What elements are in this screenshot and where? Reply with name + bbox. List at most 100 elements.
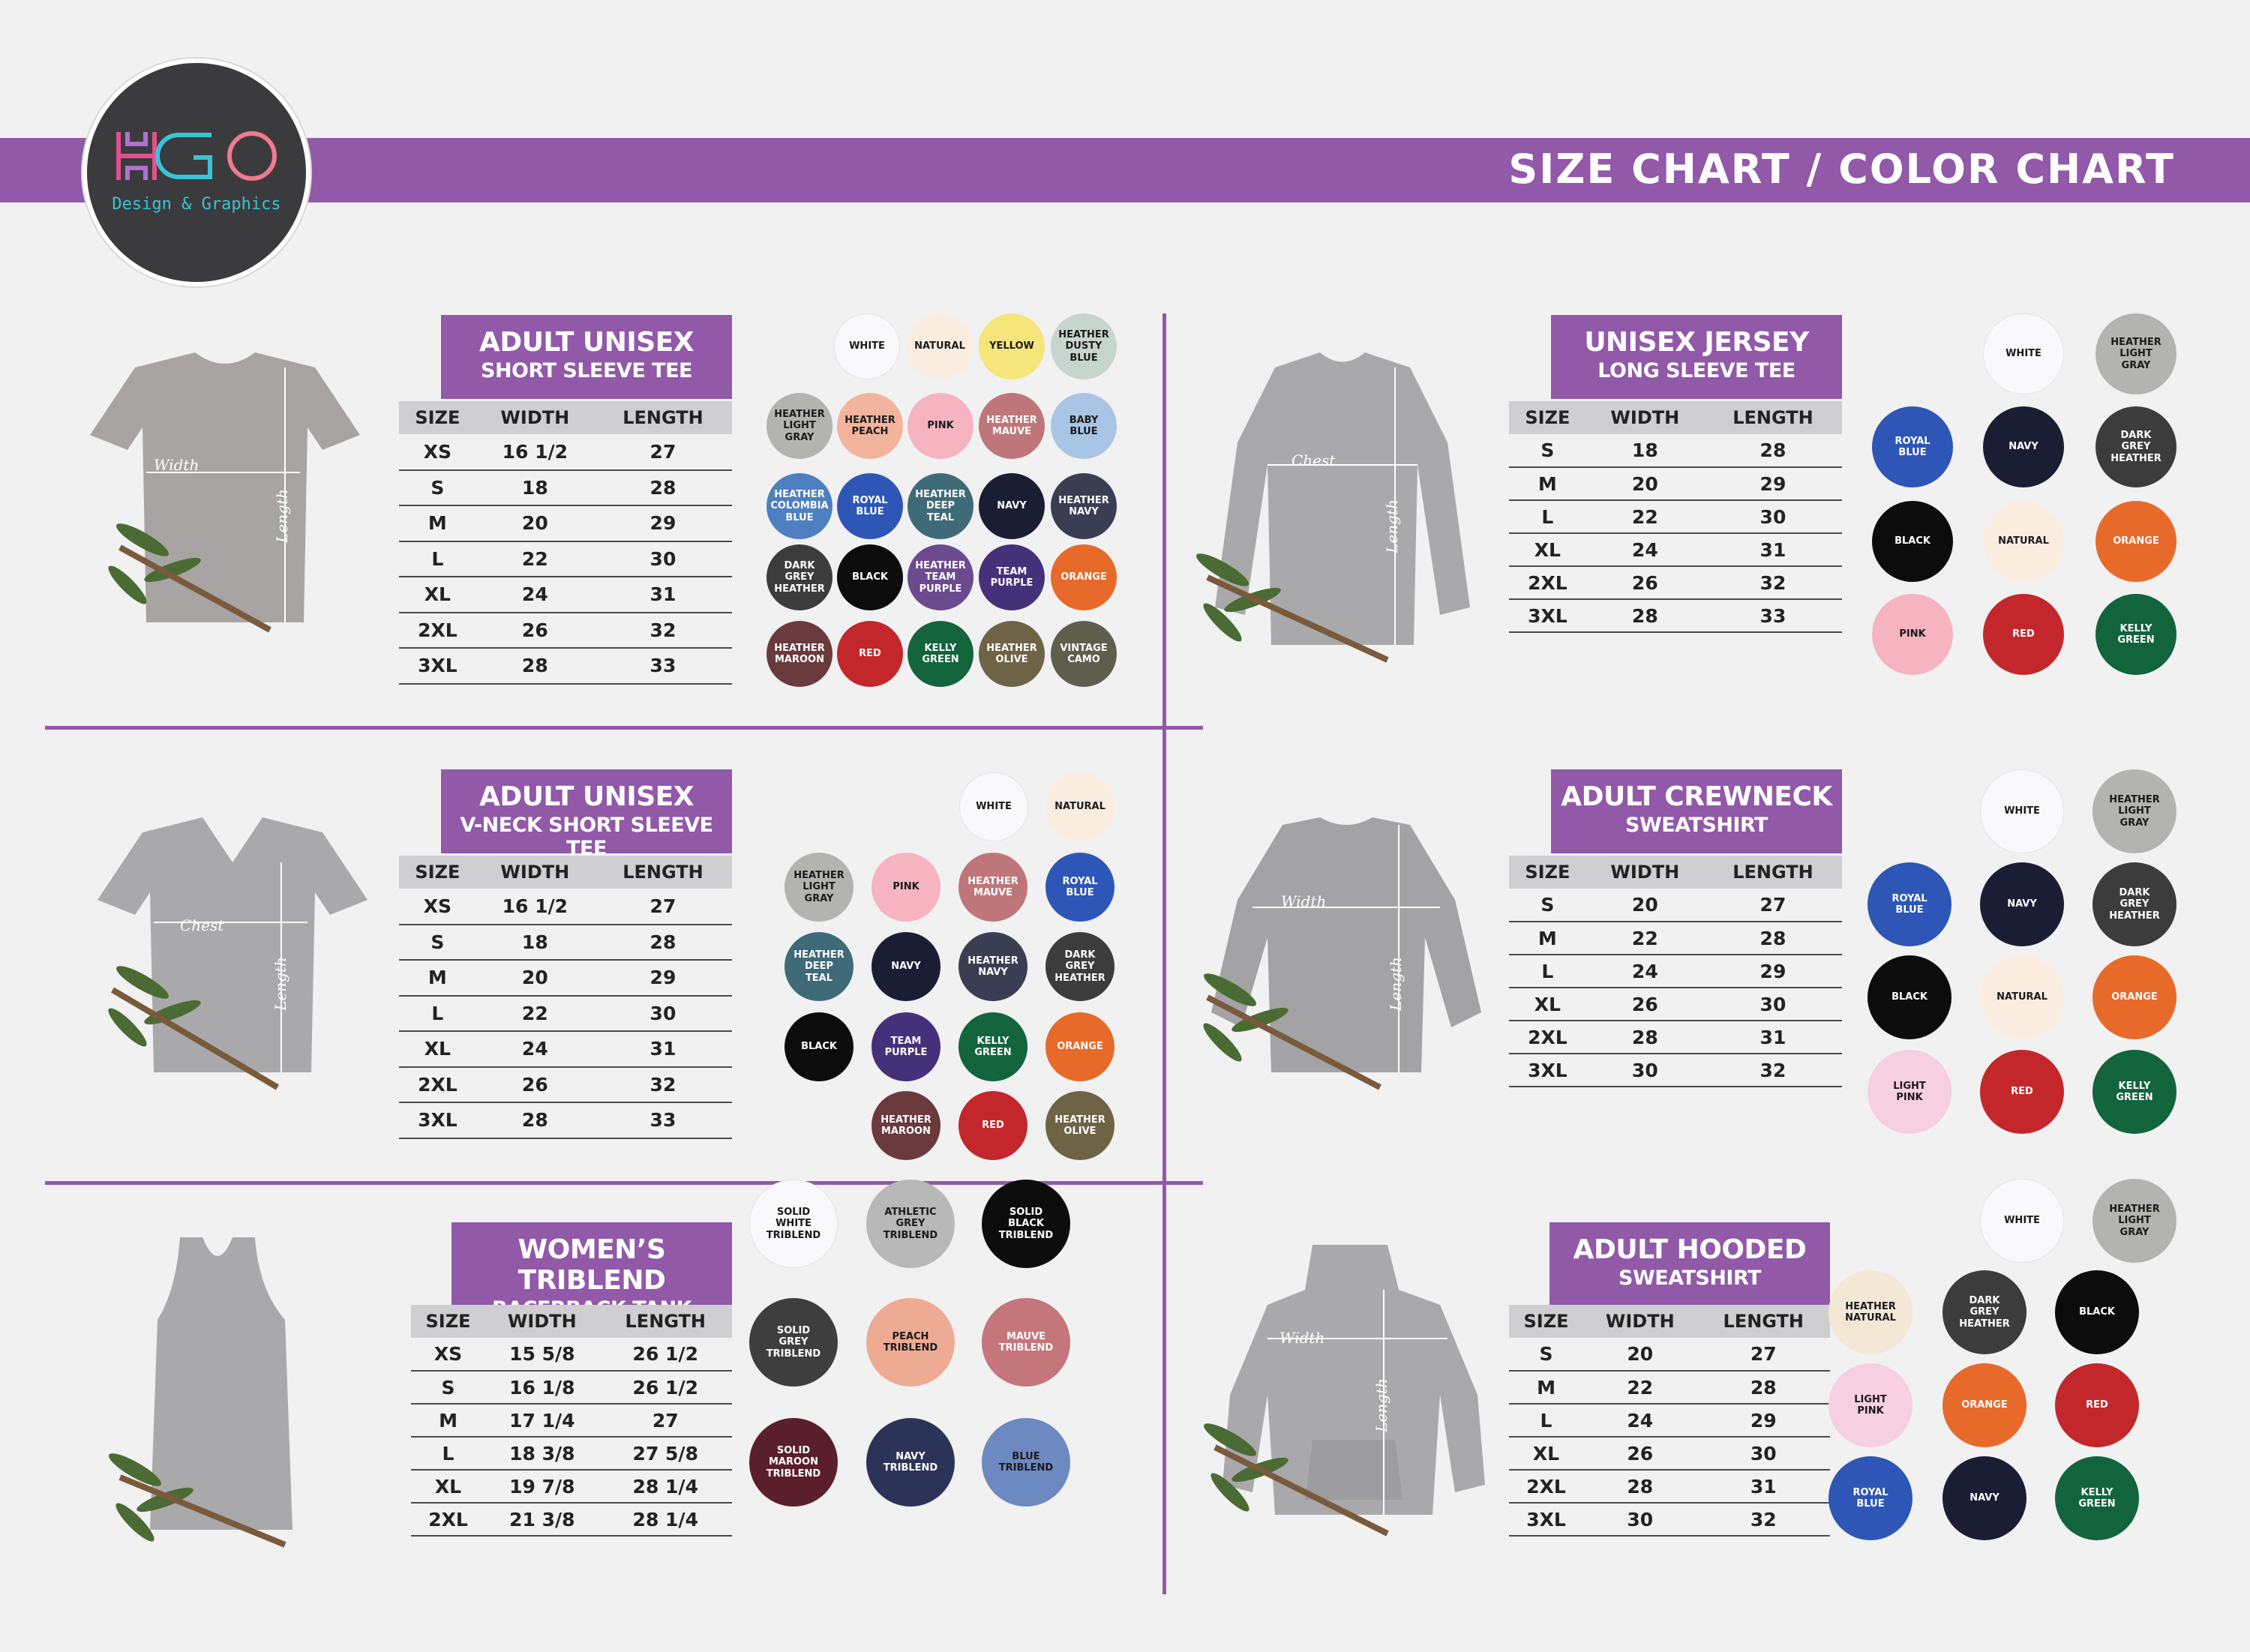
product-title-line2: LONG SLEEVE TEE	[1598, 359, 1796, 382]
page-title: SIZE CHART / COLOR CHART	[1508, 145, 2175, 193]
color-swatch: ROYAL BLUE	[1046, 853, 1114, 922]
width-cell: 22	[1583, 1371, 1697, 1405]
longsleeve-photo	[1196, 352, 1470, 663]
color-swatch: HEATHER DEEP TEAL	[908, 473, 974, 539]
crewneck-photo	[1203, 817, 1481, 1090]
table-row: L 22 30	[399, 995, 732, 1032]
length-cell: 27 5/8	[598, 1437, 732, 1471]
color-swatch: HEATHER PEACH	[837, 393, 903, 459]
size-table-header: SIZE WIDTH LENGTH	[1509, 401, 1842, 434]
width-cell: 18	[1586, 434, 1704, 468]
column-header-length: LENGTH	[1703, 401, 1842, 434]
table-row: M 20 29	[1509, 467, 1842, 501]
width-cell: 28	[1583, 1470, 1697, 1504]
table-row: S 20 27	[1509, 889, 1842, 922]
size-cell: S	[399, 469, 476, 506]
color-swatch: RED	[1980, 1050, 2064, 1134]
color-swatch: SOLID BLACK TRIBLEND	[982, 1180, 1070, 1268]
width-cell: 26	[476, 612, 594, 649]
size-table-header: SIZE WIDTH LENGTH	[1509, 856, 1842, 889]
color-swatch: RED	[1983, 594, 2064, 675]
size-cell: S	[1509, 889, 1586, 922]
length-cell: 27	[1696, 1338, 1830, 1372]
length-cell: 32	[593, 1066, 732, 1103]
product-title: ADULT HOODED SWEATSHIRT	[1550, 1222, 1830, 1306]
size-cell: XL	[1509, 988, 1586, 1021]
length-cell: 27	[593, 434, 732, 471]
color-swatch: BLACK	[2055, 1270, 2139, 1354]
color-swatch: ROYAL BLUE	[1828, 1456, 1912, 1540]
length-cell: 32	[1696, 1503, 1830, 1537]
product-title: UNISEX JERSEY LONG SLEEVE TEE	[1551, 315, 1842, 399]
color-swatch: NATURAL	[907, 313, 973, 379]
width-cell: 28	[1586, 599, 1704, 633]
width-cell: 15 5/8	[485, 1338, 599, 1372]
length-cell: 32	[593, 612, 732, 649]
column-header-width: WIDTH	[476, 401, 594, 434]
width-cell: 20	[476, 505, 594, 542]
size-cell: 3XL	[1509, 1503, 1584, 1537]
table-row: M 20 29	[399, 505, 732, 542]
length-cell: 29	[1696, 1404, 1830, 1438]
column-header-length: LENGTH	[1696, 1305, 1830, 1338]
size-cell: 3XL	[399, 648, 476, 685]
length-cell: 28	[1703, 922, 1842, 955]
photo-length-label: Length	[1372, 1378, 1390, 1432]
color-swatch: WHITE	[1983, 313, 2064, 394]
color-swatch: NAVY	[979, 473, 1045, 539]
table-row: 3XL 28 33	[1509, 599, 1842, 633]
color-swatch: HEATHER MAROON	[766, 621, 832, 687]
color-swatch: PINK	[872, 853, 940, 922]
width-cell: 20	[1586, 467, 1704, 501]
width-cell: 26	[1583, 1437, 1697, 1471]
length-cell: 29	[593, 505, 732, 542]
table-row: 2XL 26 32	[1509, 566, 1842, 600]
size-table: SIZE WIDTH LENGTH S 18 28 M 20 29 L 22 30 XL 24 31 2XL 2…	[1509, 401, 1842, 633]
table-row: 3XL 30 32	[1509, 1054, 1842, 1087]
size-cell: S	[1509, 434, 1586, 468]
length-cell: 28	[593, 924, 732, 961]
color-swatch: LIGHT PINK	[1868, 1050, 1952, 1134]
color-swatch: ROYAL BLUE	[1872, 406, 1953, 487]
size-cell: XL	[1509, 533, 1586, 567]
width-cell: 18 3/8	[485, 1437, 599, 1471]
width-cell: 24	[1586, 955, 1704, 988]
color-swatch: KELLY GREEN	[958, 1012, 1028, 1081]
size-cell: M	[1509, 922, 1586, 955]
size-table: SIZE WIDTH LENGTH XS 15 5/8 26 1/2 S 16 1/8 26 1…	[411, 1305, 732, 1537]
color-swatch: HEATHER TEAM PURPLE	[908, 544, 974, 610]
header-bar: SIZE CHART / COLOR CHART	[0, 138, 2250, 202]
size-cell: M	[399, 960, 476, 997]
width-cell: 26	[1586, 566, 1704, 600]
color-swatch: NAVY	[1942, 1456, 2026, 1540]
width-cell: 22	[476, 995, 594, 1032]
table-row: L 24 29	[1509, 955, 1842, 988]
width-cell: 18	[476, 469, 594, 506]
table-row: S 20 27	[1509, 1338, 1830, 1372]
width-cell: 18	[476, 924, 594, 961]
size-table-header: SIZE WIDTH LENGTH	[411, 1305, 732, 1338]
table-row: XL 19 7/8 28 1/4	[411, 1470, 732, 1504]
width-cell: 24	[1583, 1404, 1697, 1438]
width-cell: 30	[1586, 1054, 1704, 1087]
column-header-length: LENGTH	[593, 401, 732, 434]
color-swatch: ATHLETIC GREY TRIBLEND	[866, 1180, 955, 1268]
width-cell: 16 1/2	[476, 434, 594, 471]
color-swatch: HEATHER LIGHT GRAY	[2092, 769, 2176, 853]
photo-width-label: Width	[154, 456, 200, 474]
color-swatch: TEAM PURPLE	[872, 1012, 940, 1081]
color-swatch: HEATHER MAUVE	[979, 393, 1045, 459]
color-swatch: HEATHER LIGHT GRAY	[766, 393, 832, 459]
color-swatch: HEATHER OLIVE	[979, 621, 1045, 687]
color-swatch: KELLY GREEN	[2096, 594, 2176, 675]
width-cell: 24	[476, 1031, 594, 1068]
column-header-size: SIZE	[1509, 1305, 1584, 1338]
column-header-width: WIDTH	[476, 856, 594, 889]
length-cell: 27	[598, 1404, 732, 1438]
size-cell: 2XL	[1509, 1021, 1586, 1054]
size-cell: 2XL	[399, 1066, 476, 1103]
table-row: XL 26 30	[1509, 988, 1842, 1021]
table-row: 2XL 28 31	[1509, 1021, 1842, 1054]
color-swatch: HEATHER LIGHT GRAY	[2092, 1179, 2176, 1263]
width-cell: 30	[1583, 1503, 1697, 1537]
